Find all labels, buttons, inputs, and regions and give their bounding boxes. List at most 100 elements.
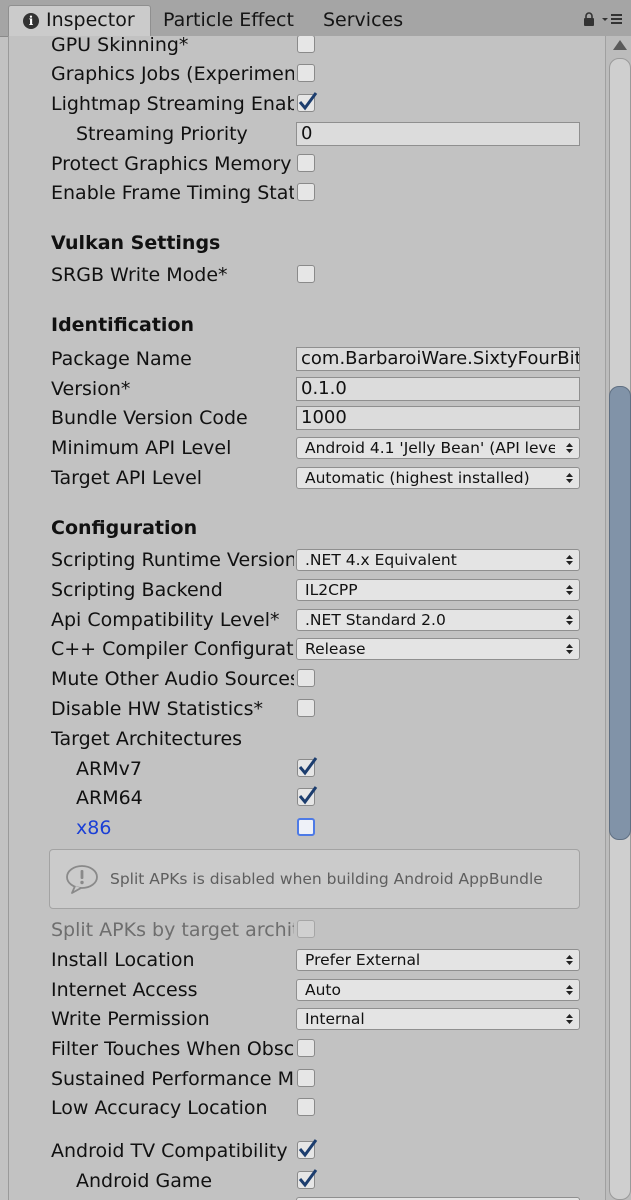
install-location-dropdown[interactable]: Prefer External bbox=[296, 949, 580, 971]
tab-inspector[interactable]: i Inspector bbox=[8, 5, 151, 37]
api-compat-dropdown[interactable]: .NET Standard 2.0 bbox=[296, 609, 580, 631]
android-tv-checkbox[interactable] bbox=[297, 1139, 318, 1159]
bundle-version-code-row: Bundle Version Code 1000 bbox=[9, 403, 606, 433]
protect-graphics-memory-checkbox[interactable] bbox=[297, 154, 315, 172]
graphics-jobs-label: Graphics Jobs (Experimental) bbox=[51, 63, 294, 85]
filter-touches-row: Filter Touches When Obscured bbox=[9, 1034, 606, 1064]
filter-touches-label: Filter Touches When Obscured bbox=[51, 1038, 294, 1060]
min-api-level-value: Android 4.1 'Jelly Bean' (API level 16) bbox=[305, 439, 555, 457]
disable-hw-stats-checkbox[interactable] bbox=[297, 699, 315, 717]
target-api-level-value: Automatic (highest installed) bbox=[305, 469, 530, 487]
protect-graphics-memory-label: Protect Graphics Memory bbox=[51, 153, 292, 175]
frame-timing-stats-row: Enable Frame Timing Stats bbox=[9, 178, 606, 208]
split-apk-help-text: Split APKs is disabled when building And… bbox=[110, 870, 543, 888]
identification-header: Identification bbox=[51, 314, 195, 336]
install-location-value: Prefer External bbox=[305, 951, 421, 969]
srgb-write-mode-row: SRGB Write Mode* bbox=[9, 260, 606, 290]
scripting-backend-dropdown[interactable]: IL2CPP bbox=[296, 579, 580, 601]
api-compat-row: Api Compatibility Level* .NET Standard 2… bbox=[9, 605, 606, 635]
version-field[interactable]: 0.1.0 bbox=[296, 377, 580, 401]
scripting-runtime-value: .NET 4.x Equivalent bbox=[305, 551, 457, 569]
split-apk-help-box: Split APKs is disabled when building And… bbox=[49, 849, 580, 909]
scroll-up-arrow-icon[interactable] bbox=[613, 40, 627, 50]
scripting-runtime-row: Scripting Runtime Version .NET 4.x Equiv… bbox=[9, 545, 606, 575]
scripting-backend-value: IL2CPP bbox=[305, 581, 358, 599]
dropdown-arrows-icon bbox=[566, 473, 573, 483]
vertical-scrollbar[interactable] bbox=[605, 36, 631, 1200]
target-api-level-dropdown[interactable]: Automatic (highest installed) bbox=[296, 467, 580, 489]
low-accuracy-location-label: Low Accuracy Location bbox=[51, 1097, 268, 1119]
min-api-level-dropdown[interactable]: Android 4.1 'Jelly Bean' (API level 16) bbox=[296, 437, 580, 459]
package-name-label: Package Name bbox=[51, 348, 192, 370]
gpu-skinning-label: GPU Skinning* bbox=[51, 36, 189, 56]
min-api-level-label: Minimum API Level bbox=[51, 437, 232, 459]
internet-access-dropdown[interactable]: Auto bbox=[296, 979, 580, 1001]
dropdown-arrows-icon bbox=[566, 443, 573, 453]
cpp-compiler-dropdown[interactable]: Release bbox=[296, 638, 580, 660]
bundle-version-code-field[interactable]: 1000 bbox=[296, 406, 580, 430]
streaming-priority-label: Streaming Priority bbox=[76, 123, 248, 145]
android-tv-row: Android TV Compatibility bbox=[9, 1136, 606, 1166]
arm64-row: ARM64 bbox=[9, 783, 606, 813]
configuration-header: Configuration bbox=[51, 517, 198, 539]
scripting-backend-label: Scripting Backend bbox=[51, 579, 223, 601]
target-arch-label: Target Architectures bbox=[51, 728, 243, 750]
target-api-level-row: Target API Level Automatic (highest inst… bbox=[9, 463, 606, 493]
info-icon: i bbox=[23, 13, 39, 29]
android-game-label: Android Game bbox=[76, 1170, 213, 1192]
inspector-content: GPU Skinning* Graphics Jobs (Experimenta… bbox=[8, 36, 606, 1200]
mute-audio-checkbox[interactable] bbox=[297, 669, 315, 687]
scripting-runtime-dropdown[interactable]: .NET 4.x Equivalent bbox=[296, 549, 580, 571]
streaming-priority-field[interactable]: 0 bbox=[296, 122, 580, 146]
exclamation-icon bbox=[66, 865, 98, 894]
dropdown-arrows-icon bbox=[566, 955, 573, 965]
srgb-write-mode-label: SRGB Write Mode* bbox=[51, 264, 228, 286]
android-game-checkbox[interactable] bbox=[297, 1169, 318, 1189]
protect-graphics-memory-row: Protect Graphics Memory bbox=[9, 149, 606, 179]
frame-timing-stats-label: Enable Frame Timing Stats bbox=[51, 182, 294, 204]
internet-access-value: Auto bbox=[305, 981, 341, 999]
gpu-skinning-checkbox[interactable] bbox=[297, 36, 315, 53]
gpu-skinning-row: GPU Skinning* bbox=[9, 36, 606, 60]
sustained-performance-label: Sustained Performance Mode bbox=[51, 1068, 294, 1090]
write-permission-value: Internal bbox=[305, 1010, 365, 1028]
x86-checkbox[interactable] bbox=[297, 818, 315, 836]
tab-services[interactable]: Services bbox=[323, 6, 403, 36]
low-accuracy-location-checkbox[interactable] bbox=[297, 1098, 315, 1116]
checkmark-icon bbox=[298, 786, 318, 805]
x86-row: x86 bbox=[9, 813, 606, 843]
lightmap-streaming-label: Lightmap Streaming Enabled bbox=[51, 93, 294, 115]
package-name-field[interactable]: com.BarbaroiWare.SixtyFourBit bbox=[296, 347, 580, 371]
arm64-checkbox[interactable] bbox=[297, 786, 318, 806]
frame-timing-stats-checkbox[interactable] bbox=[297, 183, 315, 201]
write-permission-dropdown[interactable]: Internal bbox=[296, 1008, 580, 1030]
scroll-thumb[interactable] bbox=[609, 386, 631, 840]
sustained-performance-row: Sustained Performance Mode bbox=[9, 1064, 606, 1094]
armv7-label: ARMv7 bbox=[76, 758, 142, 780]
tab-menu-icon[interactable] bbox=[601, 10, 623, 28]
tab-bar: i Inspector Particle Effect Services bbox=[0, 0, 631, 37]
srgb-write-mode-checkbox[interactable] bbox=[297, 265, 315, 283]
version-label: Version* bbox=[51, 378, 131, 400]
split-apks-checkbox bbox=[297, 920, 315, 938]
android-tv-label: Android TV Compatibility bbox=[51, 1140, 288, 1162]
checkmark-icon bbox=[298, 1139, 318, 1158]
tab-particle-effect[interactable]: Particle Effect bbox=[163, 6, 294, 36]
sustained-performance-checkbox[interactable] bbox=[297, 1069, 315, 1087]
checkmark-icon bbox=[298, 92, 318, 111]
dropdown-arrows-icon bbox=[566, 644, 573, 654]
internet-access-label: Internet Access bbox=[51, 979, 198, 1001]
armv7-row: ARMv7 bbox=[9, 754, 606, 784]
armv7-checkbox[interactable] bbox=[297, 757, 318, 777]
lightmap-streaming-checkbox[interactable] bbox=[297, 92, 318, 112]
arm64-label: ARM64 bbox=[76, 787, 143, 809]
target-arch-row: Target Architectures bbox=[9, 724, 606, 754]
cpp-compiler-value: Release bbox=[305, 640, 366, 658]
lock-icon[interactable] bbox=[583, 12, 595, 26]
split-apks-row: Split APKs by target architecture bbox=[9, 915, 606, 945]
filter-touches-checkbox[interactable] bbox=[297, 1039, 315, 1057]
mute-audio-label: Mute Other Audio Sources bbox=[51, 668, 294, 690]
api-compat-label: Api Compatibility Level* bbox=[51, 609, 280, 631]
graphics-jobs-checkbox[interactable] bbox=[297, 64, 315, 82]
dropdown-arrows-icon bbox=[566, 615, 573, 625]
